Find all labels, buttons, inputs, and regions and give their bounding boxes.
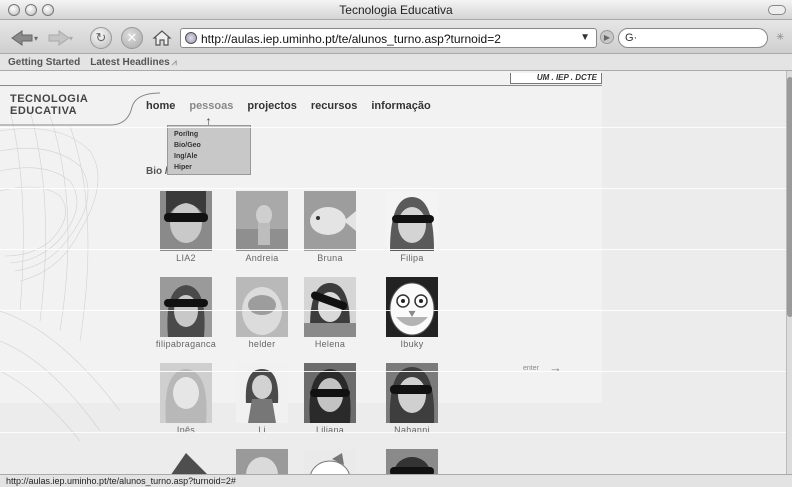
student-photo-andreia[interactable] — [236, 191, 288, 251]
student-name-filipa[interactable]: Filipa — [367, 253, 457, 263]
toolbar-toggle-button[interactable] — [768, 5, 786, 15]
scan-band — [0, 432, 786, 433]
reload-icon[interactable]: ↻ — [90, 27, 112, 49]
site-logo[interactable]: TECNOLOGIA EDUCATIVA — [10, 93, 88, 117]
logo-line-2: EDUCATIVA — [10, 105, 78, 117]
student-photo-ines[interactable] — [160, 363, 212, 423]
status-bar: http://aulas.iep.uminho.pt/te/alunos_tur… — [0, 474, 792, 487]
rss-icon: ⩘ — [171, 57, 177, 67]
nav-recursos[interactable]: recursos — [311, 100, 357, 112]
scan-band — [0, 127, 786, 128]
status-text: http://aulas.iep.uminho.pt/te/alunos_tur… — [6, 476, 236, 486]
scan-band — [0, 249, 786, 250]
stop-icon[interactable]: ✕ — [121, 27, 143, 49]
nav-pessoas[interactable]: pessoas — [189, 100, 233, 112]
dropdown-item-por-ing[interactable]: Por/Ing — [174, 129, 250, 140]
student-photo-filipa[interactable] — [386, 191, 438, 251]
scrollbar-thumb[interactable] — [787, 77, 792, 317]
student-photo-ibuky[interactable] — [386, 277, 438, 337]
logo-line-1: TECNOLOGIA — [10, 93, 89, 105]
student-name-liliana[interactable]: Liliana — [285, 425, 375, 435]
scan-band — [0, 310, 786, 311]
student-photo-helder[interactable] — [236, 277, 288, 337]
student-name-bruna[interactable]: Bruna — [285, 253, 375, 263]
student-name-ibuky[interactable]: Ibuky — [367, 339, 457, 349]
student-photo-liliana[interactable] — [304, 363, 356, 423]
globe-icon — [185, 32, 197, 44]
home-icon[interactable] — [150, 27, 174, 49]
dropdown-item-bio-geo[interactable]: Bio/Geo — [174, 140, 250, 151]
address-bar[interactable]: http://aulas.iep.uminho.pt/te/alunos_tur… — [180, 28, 597, 48]
window-titlebar: Tecnologia Educativa — [0, 0, 792, 20]
page-viewport: UM . IEP . DCTE TECNOLOGIA EDUCATIVA hom… — [0, 71, 786, 474]
student-photo-lia2[interactable] — [160, 191, 212, 251]
bookmark-label: Latest Headlines — [90, 57, 170, 68]
address-text: http://aulas.iep.uminho.pt/te/alunos_tur… — [201, 32, 501, 46]
student-photo-row4-2[interactable] — [236, 449, 288, 474]
page-body: UM . IEP . DCTE TECNOLOGIA EDUCATIVA hom… — [0, 71, 602, 441]
forward-arrow-icon[interactable]: ▾ — [46, 27, 76, 49]
svg-text:▾: ▾ — [34, 34, 38, 43]
section-title: Bio / — [146, 166, 168, 177]
scan-band — [0, 188, 786, 189]
go-button[interactable]: ▶ — [600, 30, 614, 44]
vertical-scrollbar[interactable] — [786, 71, 792, 474]
search-engine-icon[interactable]: G· — [625, 32, 637, 44]
student-photo-row4-3[interactable] — [304, 449, 356, 474]
student-photo-helena[interactable] — [304, 277, 356, 337]
nav-home[interactable]: home — [146, 100, 175, 112]
bookmarks-bar: Getting Started Latest Headlines ⩘ — [0, 54, 792, 71]
chevron-down-icon[interactable]: ▼ — [580, 32, 590, 43]
back-arrow-icon[interactable]: ▾ — [8, 27, 42, 49]
header-rule — [0, 85, 602, 86]
browser-toolbar: ▾ ▾ ↻ ✕ http://aulas.iep.uminho.pt/te/al… — [0, 20, 792, 54]
search-input[interactable]: G· — [618, 28, 768, 48]
activity-spinner-icon: ✳ — [776, 32, 785, 43]
main-nav: home pessoas projectos recursos informaç… — [146, 100, 431, 112]
student-photo-bruna[interactable] — [304, 191, 356, 251]
student-name-helena[interactable]: Helena — [285, 339, 375, 349]
student-name-nahanni[interactable]: Nahanni — [367, 425, 457, 435]
pessoas-dropdown: Por/Ing Bio/Geo Ing/Ale Hiper — [167, 125, 251, 175]
nav-informacao[interactable]: informação — [371, 100, 430, 112]
student-photo-li[interactable] — [236, 363, 288, 423]
student-photo-nahanni[interactable] — [386, 363, 438, 423]
window-title: Tecnologia Educativa — [339, 3, 453, 17]
student-photo-row4-4[interactable] — [386, 449, 438, 474]
bookmark-latest-headlines[interactable]: Latest Headlines ⩘ — [90, 57, 177, 70]
svg-text:▾: ▾ — [69, 34, 73, 43]
dropdown-item-ing-ale[interactable]: Ing/Ale — [174, 151, 250, 162]
wireframe-illustration — [0, 111, 121, 441]
breadcrumb[interactable]: UM . IEP . DCTE — [510, 73, 602, 84]
nav-projectos[interactable]: projectos — [247, 100, 297, 112]
student-photo-row4-1[interactable] — [160, 449, 212, 474]
arrow-right-icon[interactable]: → — [549, 360, 562, 375]
bookmark-getting-started[interactable]: Getting Started — [8, 57, 80, 70]
scan-band — [0, 371, 786, 372]
dropdown-item-hiper[interactable]: Hiper — [174, 162, 250, 173]
student-photo-filipabraganca[interactable] — [160, 277, 212, 337]
